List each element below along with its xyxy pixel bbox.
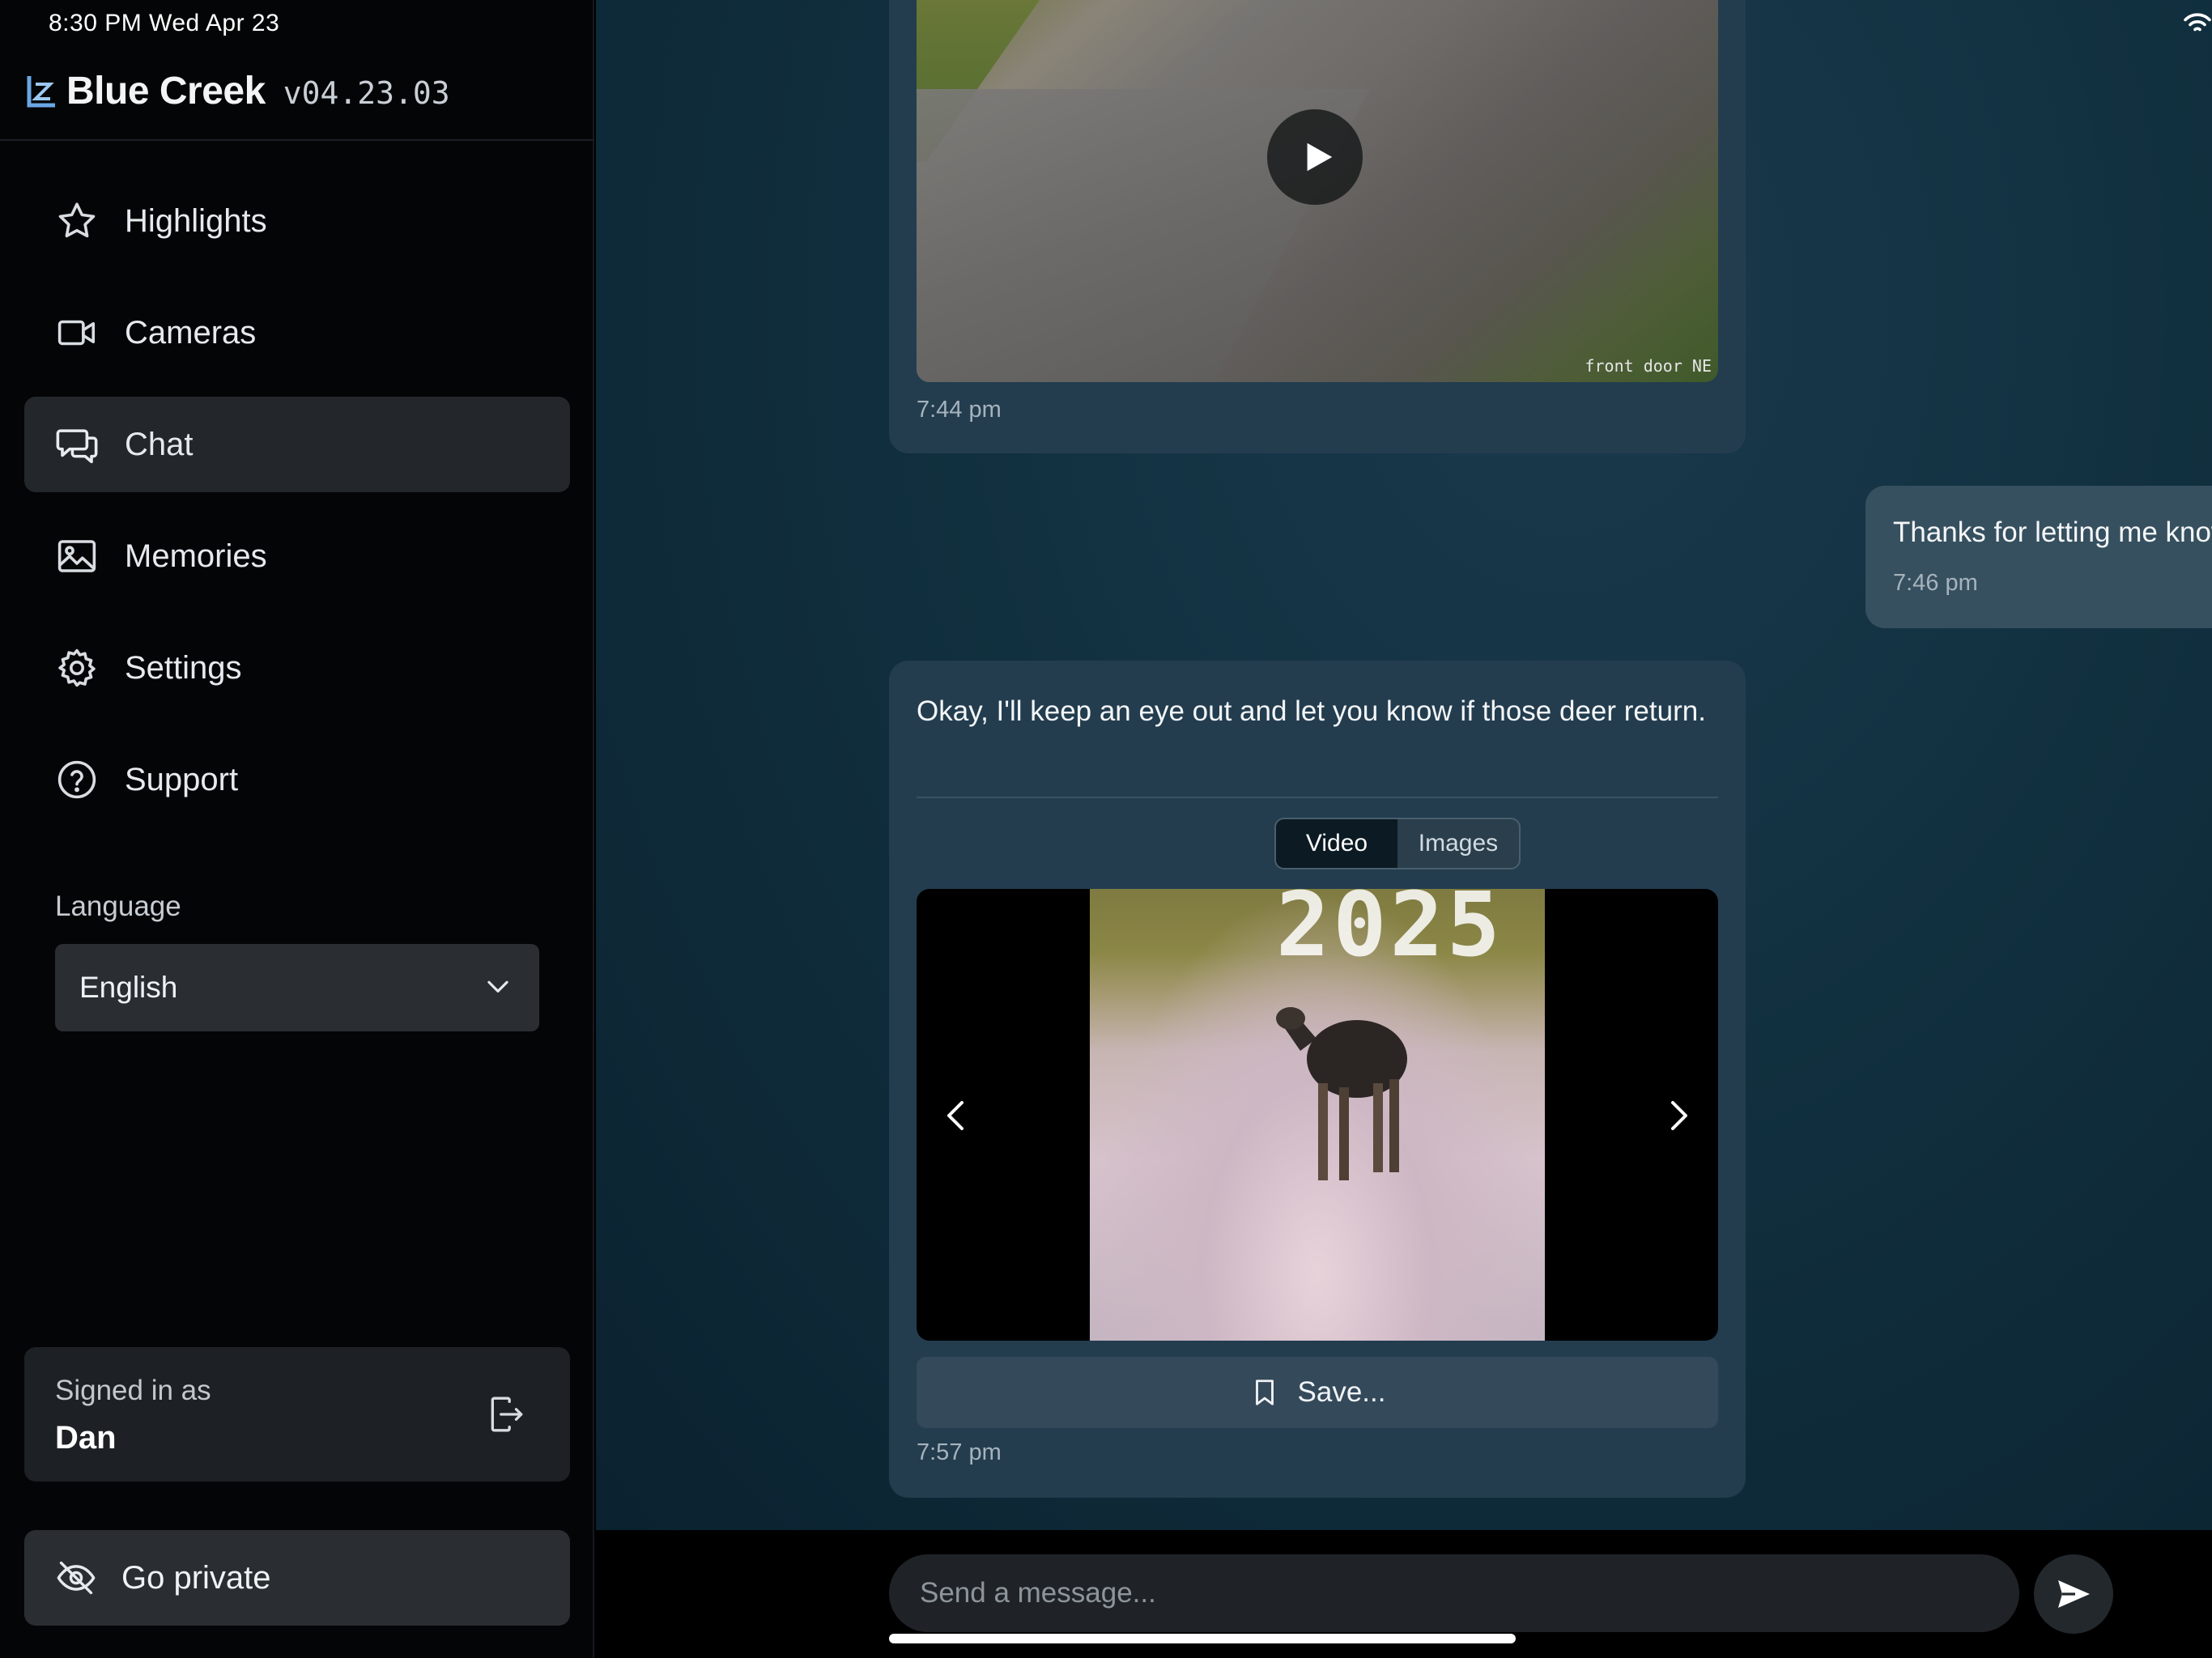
media-carousel: 2025 [917, 889, 1718, 1341]
play-icon [1307, 142, 1333, 172]
chevron-down-icon [483, 971, 513, 1005]
star-icon [55, 199, 99, 243]
video-thumbnail[interactable]: front door NE [917, 0, 1718, 382]
sidebar-item-highlights[interactable]: Highlights [24, 173, 570, 269]
tab-images[interactable]: Images [1397, 819, 1519, 868]
eye-off-icon [57, 1561, 96, 1595]
brand-version: v04.23.03 [283, 75, 450, 111]
gear-icon [55, 646, 99, 690]
app-root: 8:30 PM Wed Apr 23 Blue Creek v04.23.03 … [0, 0, 2212, 1658]
sidebar-item-label: Highlights [125, 202, 267, 239]
sidebar-item-label: Cameras [125, 314, 257, 351]
chat-area: front door NE 7:44 pm Thanks for letting… [596, 0, 2212, 1530]
message-input[interactable] [889, 1554, 2019, 1632]
signed-in-label: Signed in as [55, 1375, 211, 1406]
message-text: Thanks for letting me know. Let me know … [1893, 517, 2212, 548]
video-camera-icon [55, 311, 99, 355]
help-circle-icon [55, 758, 99, 801]
sidebar-nav: Highlights Cameras Chat Memories Setting… [24, 173, 570, 844]
carousel-prev-button[interactable] [925, 1083, 989, 1148]
save-button[interactable]: Save... [917, 1357, 1718, 1428]
sidebar-item-label: Support [125, 761, 239, 797]
go-private-button[interactable]: Go private [24, 1530, 570, 1626]
chevron-left-icon [947, 1101, 963, 1130]
brand: Blue Creek v04.23.03 [26, 65, 450, 117]
sidebar-item-memories[interactable]: Memories [24, 508, 570, 604]
sidebar-item-label: Settings [125, 649, 242, 686]
brand-divider [0, 139, 594, 141]
chat-bubbles-icon [55, 423, 99, 466]
language-select[interactable]: English [55, 944, 539, 1031]
sidebar: 8:30 PM Wed Apr 23 Blue Creek v04.23.03 … [0, 0, 594, 1658]
message-time: 7:57 pm [917, 1439, 1002, 1465]
image-icon [55, 534, 99, 578]
home-indicator [889, 1634, 1516, 1643]
sidebar-item-cameras[interactable]: Cameras [24, 285, 570, 380]
account-card: Signed in as Dan [24, 1347, 570, 1482]
sidebar-item-support[interactable]: Support [24, 732, 570, 827]
chevron-right-icon [1671, 1101, 1687, 1130]
assistant-message: front door NE 7:44 pm [889, 0, 1746, 453]
deer-silhouette [1276, 1007, 1407, 1180]
save-label: Save... [1297, 1376, 1386, 1408]
bookmark-icon [1255, 1380, 1274, 1405]
blue-creek-logo-icon [27, 76, 55, 108]
sign-out-icon[interactable] [486, 1394, 526, 1435]
carousel-next-button[interactable] [1645, 1083, 1710, 1148]
message-time: 7:44 pm [917, 397, 1002, 423]
send-icon [2058, 1580, 2090, 1608]
message-text: Okay, I'll keep an eye out and let you k… [917, 695, 1706, 727]
deer-image[interactable]: 2025 [1090, 889, 1545, 1341]
sidebar-item-settings[interactable]: Settings [24, 620, 570, 716]
sidebar-item-chat[interactable]: Chat [24, 397, 570, 492]
camera-label: front door NE [1585, 356, 1712, 376]
composer [596, 1530, 2212, 1658]
assistant-message: Okay, I'll keep an eye out and let you k… [889, 661, 1746, 1498]
message-divider [917, 797, 1718, 798]
sidebar-item-label: Memories [125, 538, 267, 574]
signed-in-user: Dan [55, 1420, 117, 1456]
play-button[interactable] [1267, 109, 1363, 205]
message-time: 7:46 pm [1893, 570, 1978, 596]
tab-video[interactable]: Video [1276, 819, 1397, 868]
status-bar-time: 8:30 PM Wed Apr 23 [49, 10, 280, 36]
user-message: Thanks for letting me know. Let me know … [1865, 486, 2212, 628]
go-private-label: Go private [121, 1559, 271, 1596]
wifi-icon [2184, 13, 2211, 32]
language-value: English [79, 971, 178, 1004]
language-label: Language [55, 891, 181, 922]
brand-name: Blue Creek [66, 69, 266, 113]
media-toggle: Video Images [1274, 818, 1521, 869]
sidebar-item-label: Chat [125, 426, 194, 462]
send-button[interactable] [2034, 1554, 2113, 1634]
